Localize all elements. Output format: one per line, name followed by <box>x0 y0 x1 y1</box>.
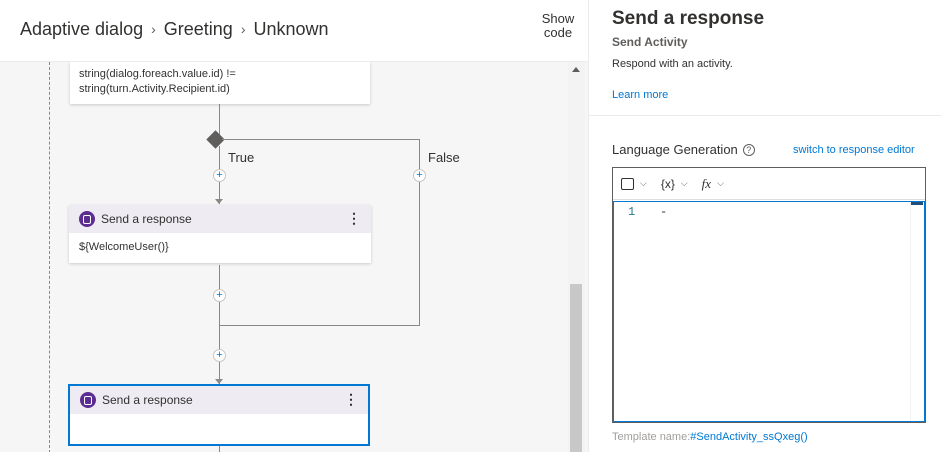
info-icon[interactable]: ? <box>742 143 755 156</box>
editor-line-text[interactable]: - <box>660 205 667 219</box>
editor-scrollbar[interactable] <box>910 202 924 421</box>
arrow-down-icon <box>215 199 223 204</box>
connector-line <box>219 325 420 326</box>
property-panel: Send a response Send Activity Respond wi… <box>588 0 941 452</box>
action-card-title: Send a response <box>102 393 193 407</box>
flow-canvas[interactable]: string(dialog.foreach.value.id) != strin… <box>0 61 588 452</box>
chevron-down-icon: ⌵ <box>717 178 724 188</box>
connector-line <box>419 139 420 325</box>
canvas-scrollbar-thumb[interactable] <box>570 284 582 452</box>
breadcrumb: Adaptive dialog › Greeting › Unknown <box>20 17 329 41</box>
robot-icon <box>621 177 634 190</box>
variables-icon: {x} <box>660 176 675 191</box>
action-card-body: ${WelcomeUser()} <box>79 241 169 253</box>
connector-line <box>222 139 420 140</box>
panel-divider <box>589 115 941 116</box>
branch-label-true: True <box>228 150 255 165</box>
template-name-label: Template name: <box>612 431 691 443</box>
editor-scrollbar-marker <box>911 202 923 205</box>
condition-text-line1: string(dialog.foreach.value.id) != <box>79 68 236 80</box>
action-card-header: Send a response ⋮ <box>69 205 371 233</box>
insert-variable-dropdown[interactable]: {x} ⌵ <box>661 177 688 191</box>
panel-subtitle: Send Activity <box>612 35 688 49</box>
add-action-false-branch-button[interactable]: + <box>413 169 426 182</box>
chevron-down-icon: ⌵ <box>640 178 647 188</box>
action-card-header: Send a response ⋮ <box>70 386 368 414</box>
app-root: Adaptive dialog › Greeting › Unknown Sho… <box>0 0 941 452</box>
connector-line <box>219 446 220 452</box>
scroll-up-arrow-icon[interactable] <box>572 67 580 72</box>
function-icon: fx <box>701 175 712 191</box>
visual-editor-pane: Adaptive dialog › Greeting › Unknown Sho… <box>0 0 588 452</box>
connector-line <box>219 104 220 136</box>
panel-description: Respond with an activity. <box>612 58 733 70</box>
panel-title: Send a response <box>612 8 765 29</box>
condition-card[interactable]: string(dialog.foreach.value.id) != strin… <box>70 62 370 104</box>
line-number: 1 <box>628 205 636 219</box>
switch-to-response-editor-link[interactable]: switch to response editor <box>793 144 915 156</box>
language-generation-label: Language Generation ? <box>612 142 755 157</box>
insert-template-dropdown[interactable]: ⌵ <box>621 177 647 190</box>
bot-icon <box>80 392 96 408</box>
language-generation-label-text: Language Generation <box>612 142 738 157</box>
action-card-body <box>70 414 368 444</box>
show-code-button[interactable]: Show code <box>536 12 580 40</box>
insert-function-dropdown[interactable]: fx ⌵ <box>702 176 724 192</box>
add-action-button[interactable]: + <box>213 349 226 362</box>
learn-more-link[interactable]: Learn more <box>612 89 668 101</box>
branch-label-false: False <box>428 150 460 165</box>
add-action-button[interactable]: + <box>213 289 226 302</box>
template-name: Template name:#SendActivity_ssQxeg() <box>612 431 808 443</box>
condition-text-line2: string(turn.Activity.Recipient.id) <box>79 83 230 95</box>
editor-text-area[interactable]: 1 - <box>613 201 925 422</box>
breadcrumb-item-greeting[interactable]: Greeting <box>164 19 233 40</box>
chevron-down-icon: ⌵ <box>680 178 688 188</box>
breadcrumb-item-unknown[interactable]: Unknown <box>253 19 328 40</box>
show-code-label-line1: Show <box>541 11 575 26</box>
action-card-send-response-selected[interactable]: Send a response ⋮ <box>68 384 370 446</box>
action-card-title: Send a response <box>101 212 192 226</box>
more-options-icon[interactable]: ⋮ <box>347 210 361 226</box>
bot-icon <box>79 211 95 227</box>
show-code-label-line2: code <box>543 25 573 40</box>
editor-toolbar: ⌵ {x} ⌵ fx ⌵ <box>613 168 925 200</box>
template-name-link[interactable]: #SendActivity_ssQxeg() <box>690 431 807 443</box>
add-action-true-branch-button[interactable]: + <box>213 169 226 182</box>
action-card-send-response[interactable]: Send a response ⋮ ${WelcomeUser()} <box>69 205 371 263</box>
breadcrumb-separator-icon: › <box>240 21 246 37</box>
breadcrumb-item-adaptive-dialog[interactable]: Adaptive dialog <box>20 19 143 40</box>
dialog-flow-guide-line <box>49 62 50 452</box>
lg-code-editor[interactable]: ⌵ {x} ⌵ fx ⌵ 1 - <box>612 167 926 423</box>
breadcrumb-separator-icon: › <box>151 21 156 37</box>
more-options-icon[interactable]: ⋮ <box>344 391 358 407</box>
